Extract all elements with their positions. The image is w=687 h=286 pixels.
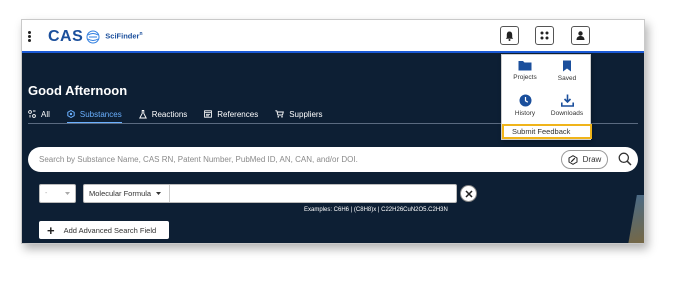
field-value-input[interactable] [176, 189, 451, 199]
document-icon [204, 110, 213, 118]
advanced-field-row: Molecular Formula [83, 184, 457, 203]
user-icon [576, 31, 585, 40]
folder-icon [518, 61, 532, 71]
app-window: CAS SciFindern Good Afternoon All Substa… [21, 19, 645, 244]
draw-structure-button[interactable]: Draw [561, 150, 608, 169]
tab-suppliers-label: Suppliers [289, 109, 323, 119]
download-icon [560, 94, 574, 107]
apps-grid-icon [540, 31, 549, 40]
history-label: History [514, 110, 536, 117]
clear-field-button[interactable] [460, 185, 477, 202]
field-type-select[interactable]: Molecular Formula [84, 185, 170, 202]
tab-reactions[interactable]: Reactions [138, 107, 188, 121]
tab-reactions-label: Reactions [151, 109, 188, 119]
tab-suppliers[interactable]: Suppliers [275, 107, 323, 121]
all-icon [28, 110, 36, 118]
notifications-button[interactable] [500, 26, 519, 45]
bell-icon [505, 31, 514, 41]
top-bar: CAS SciFindern [22, 20, 644, 53]
add-advanced-search-field-button[interactable]: + Add Advanced Search Field [39, 221, 169, 239]
search-type-tabs: All Substances Reactions References Supp… [28, 107, 340, 124]
field-type-label: Molecular Formula [89, 189, 152, 198]
chevron-down-icon [65, 192, 70, 195]
flask-icon [138, 109, 147, 118]
plus-icon: + [47, 222, 55, 238]
menu-kebab-icon[interactable] [26, 31, 32, 43]
submit-feedback-label: Submit Feedback [512, 127, 571, 136]
brand-name: CAS [48, 28, 84, 45]
apps-menu-button[interactable] [535, 26, 554, 45]
draw-pencil-icon [568, 154, 578, 165]
operator-value: - [45, 190, 48, 197]
tab-references[interactable]: References [204, 107, 258, 121]
formula-examples: Examples: C6H6 | (C8H8)x | C22H26CuN2O5.… [304, 207, 448, 213]
search-input[interactable]: Search by Substance Name, CAS RN, Patent… [39, 155, 358, 164]
saved-menu-item[interactable]: Saved [547, 60, 587, 82]
downloads-label: Downloads [550, 110, 584, 117]
history-icon [519, 94, 531, 107]
cas-logo-mark-icon [86, 30, 100, 44]
cart-icon [275, 110, 285, 118]
product-name: SciFindern [105, 31, 143, 41]
draw-label: Draw [582, 155, 602, 164]
user-account-button[interactable] [571, 26, 590, 45]
operator-select[interactable]: - [39, 184, 76, 203]
substance-icon [67, 110, 75, 118]
close-icon [464, 189, 473, 198]
tab-references-label: References [217, 109, 259, 119]
search-icon[interactable] [618, 152, 632, 166]
projects-label: Projects [513, 74, 537, 81]
search-bar[interactable]: Search by Substance Name, CAS RN, Patent… [28, 147, 638, 172]
product-mark: n [139, 31, 143, 38]
add-field-label: Add Advanced Search Field [63, 225, 157, 235]
history-menu-item[interactable]: History [505, 94, 545, 117]
background-decoration [627, 195, 644, 243]
chevron-down-icon [156, 192, 162, 195]
cas-scifinder-logo[interactable]: CAS SciFindern [48, 28, 143, 46]
submit-feedback-menu-item[interactable]: Submit Feedback [502, 124, 592, 139]
saved-label: Saved [557, 75, 577, 82]
apps-dropdown-menu: Projects Saved History Downloads Submit … [501, 54, 592, 140]
tab-substances[interactable]: Substances [66, 107, 122, 124]
greeting-heading: Good Afternoon [28, 83, 128, 98]
tab-all[interactable]: All [28, 107, 50, 121]
bookmark-icon [563, 60, 571, 72]
tab-all-label: All [41, 109, 50, 119]
projects-menu-item[interactable]: Projects [505, 60, 545, 81]
downloads-menu-item[interactable]: Downloads [547, 94, 587, 117]
tab-substances-label: Substances [79, 109, 122, 119]
